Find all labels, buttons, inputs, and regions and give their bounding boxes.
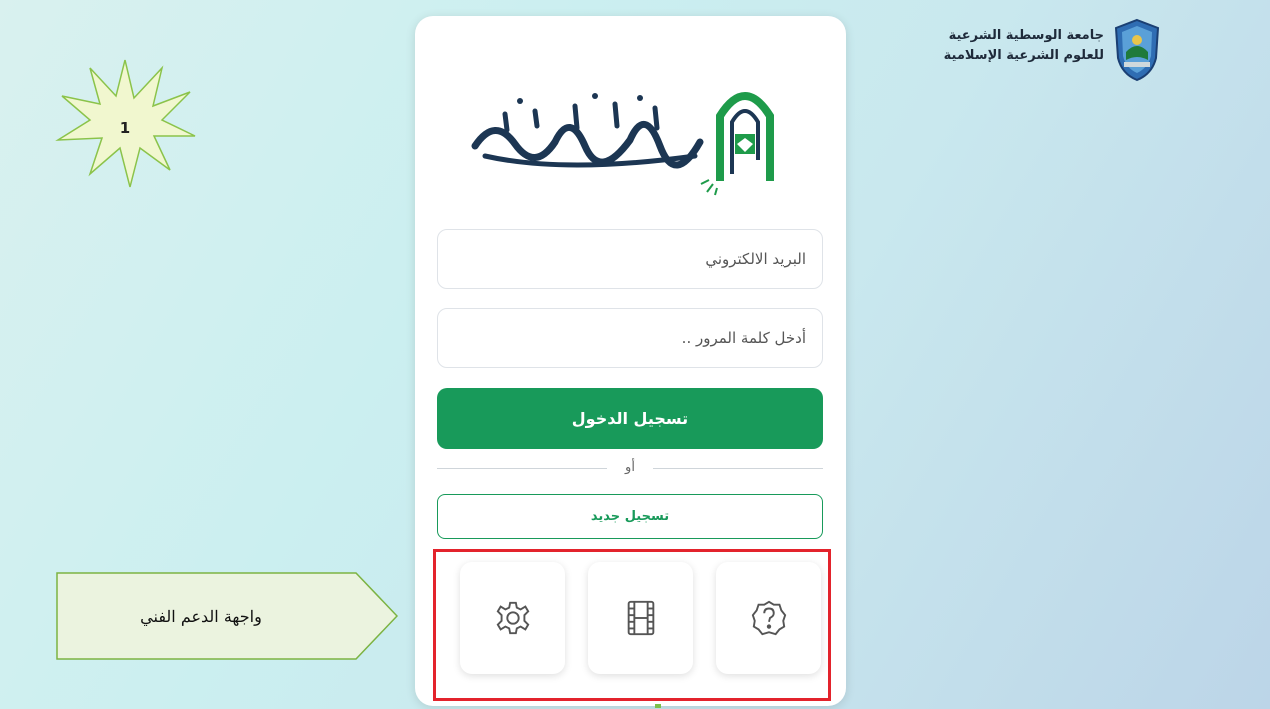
university-name-line1: جامعة الوسطية الشرعية [948,28,1104,43]
settings-tile[interactable] [460,562,565,674]
callout-text: واجهة الدعم الفني [140,606,262,626]
email-placeholder: البريد الالكتروني [705,250,806,268]
college-logo [471,92,774,196]
password-placeholder: أدخل كلمة المرور .. [681,329,806,347]
password-field[interactable]: أدخل كلمة المرور .. [437,308,823,368]
login-card: البريد الالكتروني أدخل كلمة المرور .. تس… [415,16,846,706]
email-field[interactable]: البريد الالكتروني [437,229,823,289]
decorative-dot [655,704,661,708]
login-button[interactable]: تسجيل الدخول [437,388,823,449]
university-name-line2: للعلوم الشرعية الإسلامية [943,48,1104,63]
step-number: 1 [119,118,131,137]
university-logo: جامعة الوسطية الشرعية للعلوم الشرعية الإ… [932,18,1162,98]
register-button[interactable]: تسجيل جديد [437,494,823,539]
film-icon [627,600,654,636]
gear-icon [496,601,529,635]
shield-emblem-icon [1114,18,1160,82]
or-label: أو [625,460,635,475]
or-divider: أو [437,458,823,478]
help-tile[interactable] [716,562,821,674]
video-tile[interactable] [588,562,693,674]
help-icon [751,600,786,636]
support-tiles-highlight [433,549,831,701]
